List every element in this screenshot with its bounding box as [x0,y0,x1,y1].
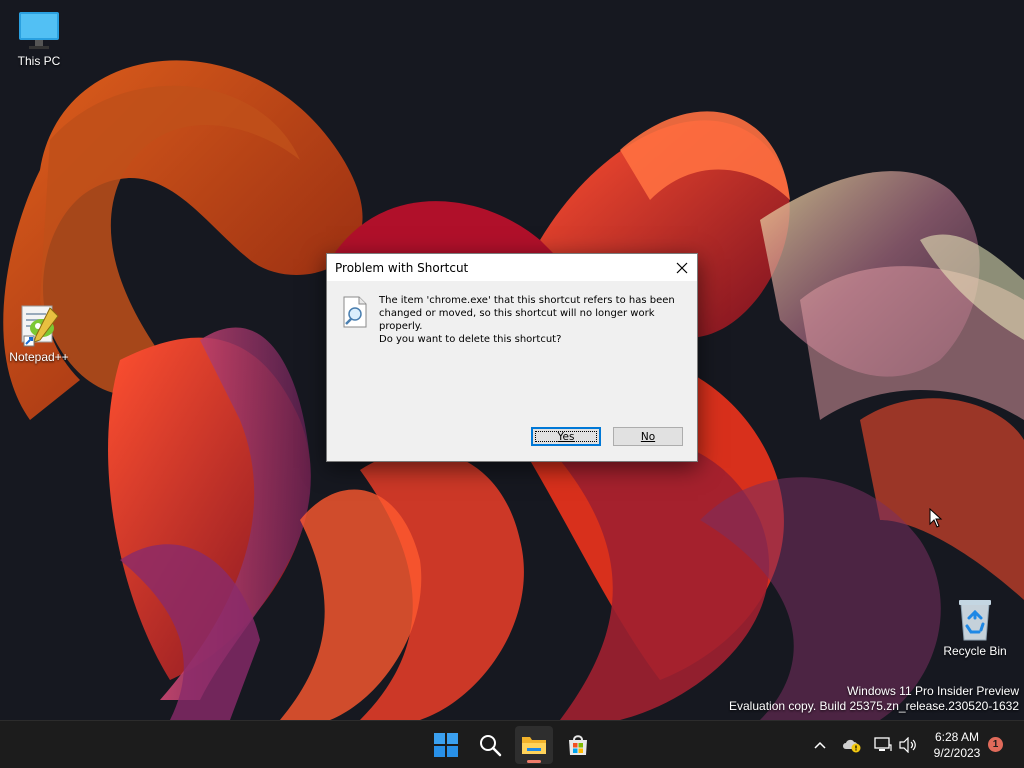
onedrive-status-button[interactable] [840,733,864,757]
watermark-line: Evaluation copy. Build 25375.zn_release.… [729,699,1019,713]
close-icon [676,262,688,273]
network-button[interactable] [872,733,894,757]
desktop: This PC Notepad++ Recycle Bin Windows 11… [0,0,1024,720]
desktop-icon-label: Notepad++ [9,350,69,364]
cloud-warning-icon [843,739,861,753]
yes-button[interactable]: Yes [531,427,601,446]
close-button[interactable] [667,254,697,281]
folder-icon [522,737,546,754]
microsoft-store-button[interactable] [559,726,597,764]
desktop-icon-label: This PC [17,54,61,68]
search-button[interactable] [471,726,509,764]
clock-time: 6:28 AM [934,730,980,744]
desktop-icon-this-pc[interactable]: This PC [1,8,77,68]
windows-start-icon [434,733,458,757]
no-button[interactable]: No [613,427,683,446]
taskbar: 6:28 AM 9/2/2023 1 [0,720,1024,768]
desktop-icon-label: Recycle Bin [943,644,1007,658]
clock[interactable]: 6:28 AM 9/2/2023 [926,729,988,761]
speaker-icon [899,737,916,753]
dialog-message: The item 'chrome.exe' that this shortcut… [379,295,675,332]
recycle-bin-icon [959,600,991,641]
start-button[interactable] [427,726,465,764]
desktop-icon-recycle-bin[interactable]: Recycle Bin [937,596,1013,658]
search-icon [480,735,502,757]
notification-badge[interactable]: 1 [988,737,1003,752]
network-icon [874,737,892,751]
volume-button[interactable] [897,733,919,757]
clock-date: 9/2/2023 [933,746,981,760]
problem-with-shortcut-dialog: Problem with Shortcut The item 'chrome.e… [326,253,698,462]
no-button-label: No [640,430,656,443]
document-magnifier-icon [343,296,367,328]
file-explorer-button[interactable] [515,726,553,764]
computer-monitor-icon [19,12,59,49]
store-icon [569,735,587,755]
watermark-line: Windows 11 Pro Insider Preview [847,684,1019,698]
focus-rectangle [535,431,597,442]
dialog-title: Problem with Shortcut [335,261,469,275]
dialog-question: Do you want to delete this shortcut? [379,334,562,345]
mouse-cursor-icon [929,508,943,528]
show-hidden-icons-button[interactable] [810,733,830,757]
desktop-icon-notepad-plus-plus[interactable]: Notepad++ [1,302,77,364]
notepad-plus-plus-icon [21,305,59,347]
build-watermark: Windows 11 Pro Insider Preview Evaluatio… [729,684,1019,714]
chevron-up-icon [814,741,826,749]
dialog-titlebar[interactable]: Problem with Shortcut [327,254,697,281]
active-app-indicator [527,760,541,763]
